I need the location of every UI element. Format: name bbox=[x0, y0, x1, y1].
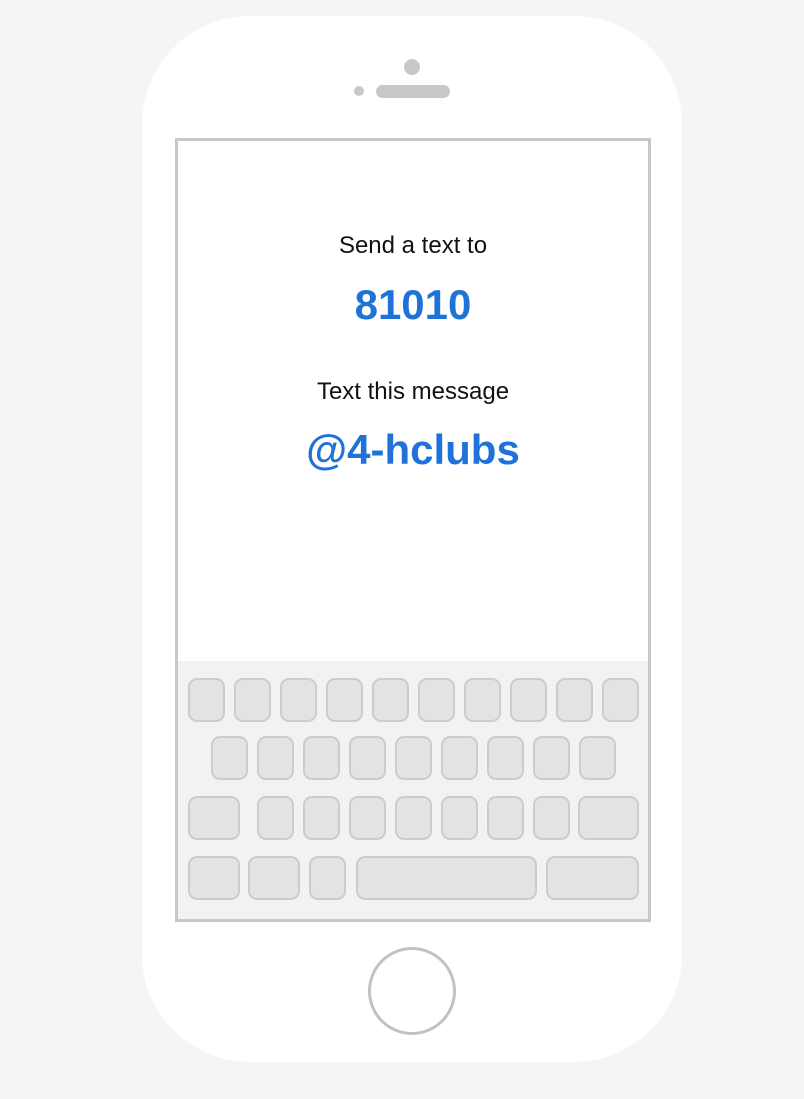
keyboard-key[interactable] bbox=[303, 796, 340, 840]
keyboard-key[interactable] bbox=[234, 678, 271, 722]
keyboard-key[interactable] bbox=[395, 736, 432, 780]
home-button-icon[interactable] bbox=[368, 947, 456, 1035]
keyboard-key[interactable] bbox=[556, 678, 593, 722]
phone-screen: Send a text to 81010 Text this message @… bbox=[175, 138, 651, 922]
send-label: Send a text to bbox=[338, 232, 488, 259]
keyboard-key[interactable] bbox=[395, 796, 432, 840]
keyboard-key[interactable] bbox=[257, 736, 294, 780]
keyboard-key[interactable] bbox=[533, 796, 570, 840]
camera-icon bbox=[404, 59, 420, 75]
return-key[interactable] bbox=[546, 856, 639, 900]
keyboard-key[interactable] bbox=[487, 796, 524, 840]
keyboard-key[interactable] bbox=[372, 678, 409, 722]
keyboard-key[interactable] bbox=[602, 678, 639, 722]
keyboard-key[interactable] bbox=[487, 736, 524, 780]
mic-key[interactable] bbox=[309, 856, 346, 900]
keyboard-key[interactable] bbox=[349, 796, 386, 840]
keyboard-key[interactable] bbox=[418, 678, 455, 722]
backspace-key[interactable] bbox=[578, 796, 639, 840]
emoji-key[interactable] bbox=[248, 856, 300, 900]
message-label: Text this message bbox=[316, 378, 510, 405]
keyboard-key[interactable] bbox=[579, 736, 616, 780]
keyboard-key[interactable] bbox=[326, 678, 363, 722]
keyboard-key[interactable] bbox=[349, 736, 386, 780]
numbers-key[interactable] bbox=[188, 856, 240, 900]
keyboard-key[interactable] bbox=[441, 796, 478, 840]
keyboard-key[interactable] bbox=[188, 678, 225, 722]
keyboard-key[interactable] bbox=[211, 736, 248, 780]
keyboard-key[interactable] bbox=[510, 678, 547, 722]
keyboard bbox=[178, 661, 648, 919]
space-key[interactable] bbox=[356, 856, 537, 900]
phone-number: 81010 bbox=[354, 281, 472, 328]
keyboard-key[interactable] bbox=[441, 736, 478, 780]
keyboard-key[interactable] bbox=[303, 736, 340, 780]
keyboard-key[interactable] bbox=[257, 796, 294, 840]
message-code: @4-hclubs bbox=[306, 426, 520, 473]
shift-key[interactable] bbox=[188, 796, 240, 840]
keyboard-key[interactable] bbox=[280, 678, 317, 722]
speaker-grille bbox=[376, 85, 450, 98]
keyboard-key[interactable] bbox=[464, 678, 501, 722]
sensor-dot bbox=[354, 86, 364, 96]
phone-device: Send a text to 81010 Text this message @… bbox=[142, 16, 682, 1062]
keyboard-key[interactable] bbox=[533, 736, 570, 780]
